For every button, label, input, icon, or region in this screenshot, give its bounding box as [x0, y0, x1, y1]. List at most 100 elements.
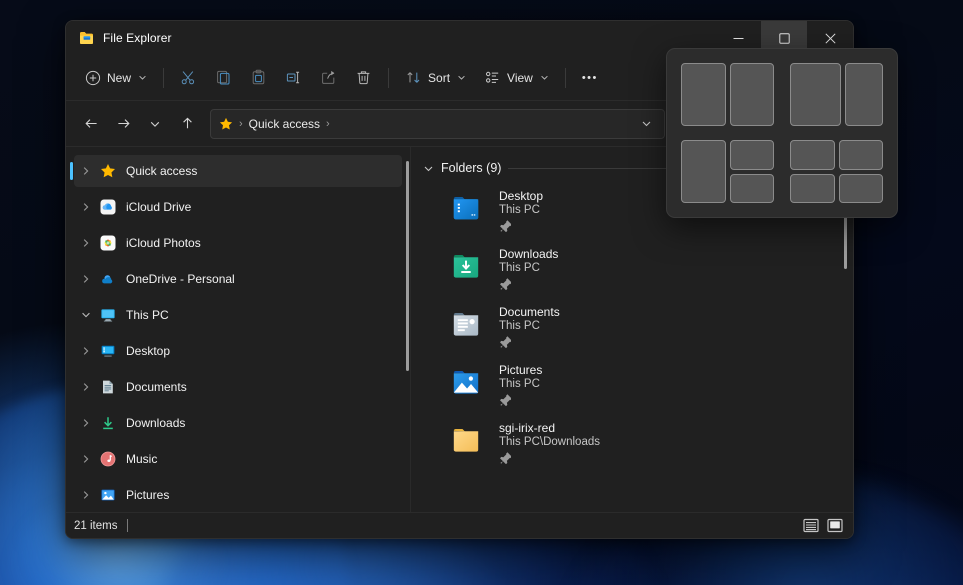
pictures-folder-icon [445, 362, 487, 400]
delete-button[interactable] [346, 62, 381, 94]
share-icon [320, 69, 337, 86]
file-meta: DesktopThis PC [499, 188, 543, 232]
snap-cell[interactable] [845, 63, 883, 126]
navigation-list: Quick access iCloud Drive iCloud Photos One… [66, 155, 410, 511]
chevron-down-icon [540, 73, 549, 82]
file-location: This PC [499, 204, 543, 216]
chevron-right-icon[interactable] [74, 274, 98, 284]
chevron-down-icon[interactable] [423, 163, 434, 174]
up-button[interactable] [172, 109, 202, 139]
copy-button[interactable] [206, 62, 241, 94]
chevron-right-icon[interactable] [74, 454, 98, 464]
sidebar-item-label: OneDrive - Personal [126, 272, 235, 286]
more-options-label: ••• [582, 72, 598, 84]
pin-icon [499, 451, 600, 464]
chevron-down-icon [457, 73, 466, 82]
recent-locations-button[interactable] [140, 109, 170, 139]
sidebar-item-desktop[interactable]: Desktop [74, 335, 402, 367]
more-options-button[interactable]: ••• [573, 62, 607, 94]
new-button[interactable]: New [76, 62, 156, 94]
chevron-down-icon [138, 73, 147, 82]
desktop: File Explorer [0, 0, 963, 585]
snap-option-split-two-wide-narrow[interactable] [790, 63, 883, 126]
snap-cell[interactable] [839, 140, 884, 170]
snap-option-split-two-equal[interactable] [681, 63, 774, 126]
sort-button[interactable]: Sort [396, 62, 475, 94]
sidebar-scrollbar[interactable] [406, 161, 409, 371]
status-divider [127, 519, 128, 532]
cut-button[interactable] [171, 62, 206, 94]
sidebar-item-music[interactable]: Music [74, 443, 402, 475]
sidebar-item-label: Desktop [126, 344, 170, 358]
file-row[interactable]: PicturesThis PC [421, 355, 839, 413]
clipboard-icon [250, 69, 267, 86]
toolbar-divider-3 [565, 68, 566, 88]
item-count-label: 21 items [74, 520, 117, 532]
back-button[interactable] [76, 109, 106, 139]
chevron-right-icon[interactable] [74, 418, 98, 428]
breadcrumb-separator-end[interactable]: › [326, 118, 330, 130]
documents-folder-icon [445, 304, 487, 342]
snap-cell[interactable] [730, 63, 775, 126]
title-bar-left: File Explorer [66, 30, 172, 46]
pin-icon [499, 393, 542, 406]
file-name: Pictures [499, 363, 542, 377]
downloads-folder-icon [445, 246, 487, 284]
view-button-label: View [507, 71, 533, 85]
forward-button[interactable] [108, 109, 138, 139]
snap-cell[interactable] [681, 63, 726, 126]
snap-cell[interactable] [839, 174, 884, 204]
file-row[interactable]: sgi-irix-redThis PC\Downloads [421, 413, 839, 471]
chevron-right-icon[interactable] [74, 382, 98, 392]
snap-option-split-four-quadrants[interactable] [790, 140, 883, 203]
toolbar-divider-2 [388, 68, 389, 88]
snap-cell[interactable] [790, 174, 835, 204]
copy-icon [215, 69, 232, 86]
chevron-right-icon[interactable] [74, 202, 98, 212]
downloads-icon [98, 415, 118, 431]
chevron-right-icon[interactable] [74, 238, 98, 248]
snap-cell[interactable] [730, 140, 775, 170]
pin-icon [499, 335, 560, 348]
chevron-down-icon[interactable] [74, 310, 98, 320]
sidebar-item-downloads[interactable]: Downloads [74, 407, 402, 439]
snap-cell[interactable] [681, 140, 726, 203]
window-title: File Explorer [103, 31, 172, 45]
sort-button-label: Sort [428, 71, 450, 85]
sidebar-item-quick-access[interactable]: Quick access [74, 155, 402, 187]
sidebar-item-label: iCloud Drive [126, 200, 191, 214]
large-icons-view-button[interactable] [825, 517, 845, 535]
breadcrumb-quick-access[interactable]: Quick access [249, 117, 320, 131]
share-button[interactable] [311, 62, 346, 94]
view-button[interactable]: View [475, 62, 558, 94]
sidebar-item-icloud-drive[interactable]: iCloud Drive [74, 191, 402, 223]
pin-icon [499, 219, 543, 232]
sidebar-item-onedrive-personal[interactable]: OneDrive - Personal [74, 263, 402, 295]
star-icon [219, 117, 233, 131]
rename-button[interactable] [276, 62, 311, 94]
thispc-icon [98, 307, 118, 323]
snap-cell[interactable] [730, 174, 775, 204]
sidebar-item-documents[interactable]: Documents [74, 371, 402, 403]
details-view-button[interactable] [801, 517, 821, 535]
address-bar[interactable]: › Quick access › [210, 109, 665, 139]
sidebar-item-this-pc[interactable]: This PC [74, 299, 402, 331]
sidebar-item-pictures[interactable]: Pictures [74, 479, 402, 511]
desktop-icon [98, 343, 118, 359]
chevron-right-icon[interactable] [74, 346, 98, 356]
file-row[interactable]: DownloadsThis PC [421, 239, 839, 297]
rename-icon [285, 69, 302, 86]
file-name: Documents [499, 305, 560, 319]
file-row[interactable]: DocumentsThis PC [421, 297, 839, 355]
sidebar-item-icloud-photos[interactable]: iCloud Photos [74, 227, 402, 259]
file-location: This PC [499, 320, 560, 332]
snap-cell[interactable] [790, 63, 841, 126]
toolbar-divider-1 [163, 68, 164, 88]
chevron-right-icon[interactable] [74, 166, 98, 176]
address-dropdown-icon[interactable] [637, 118, 656, 129]
snap-cell[interactable] [790, 140, 835, 170]
snap-layouts-flyout [666, 48, 898, 218]
paste-button[interactable] [241, 62, 276, 94]
snap-option-split-left-big-two-right[interactable] [681, 140, 774, 203]
chevron-right-icon[interactable] [74, 490, 98, 500]
